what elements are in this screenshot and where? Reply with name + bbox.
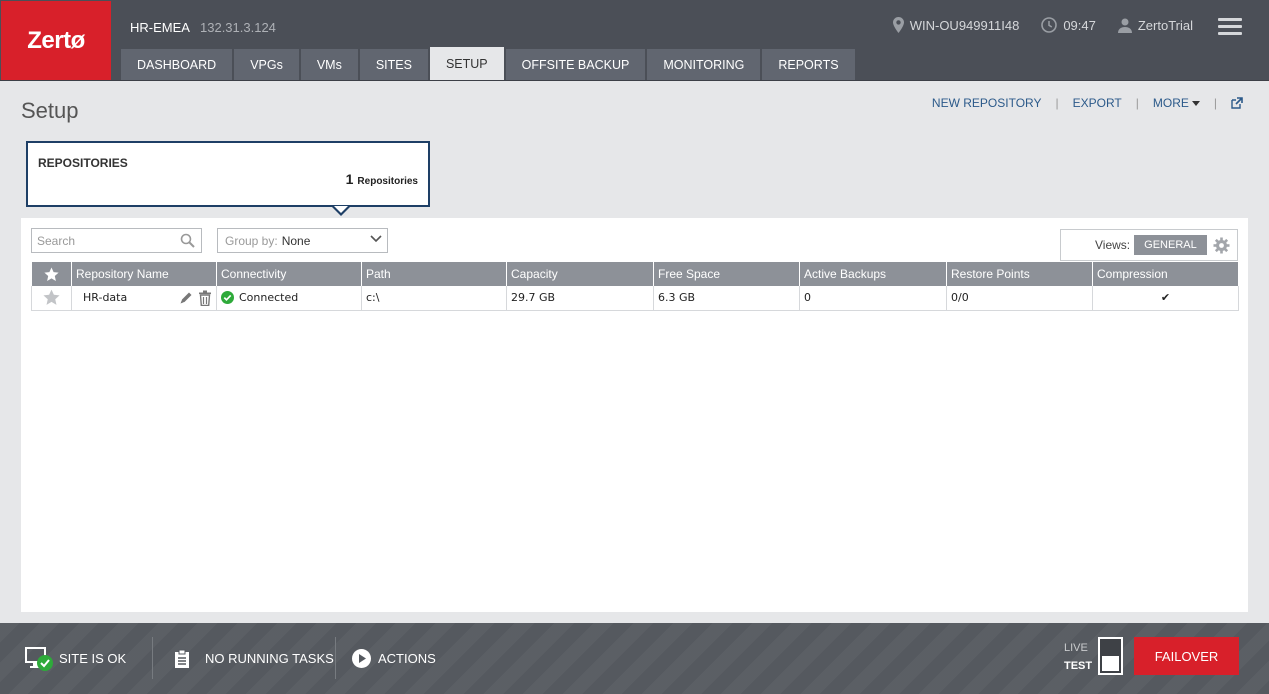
views-selector: Views: GENERAL: [1060, 229, 1238, 261]
column-header-free-space[interactable]: Free Space: [653, 262, 800, 286]
table-row[interactable]: HR-data Connected c:\ 29.7 GB 6.3 GB 0 0…: [31, 286, 1239, 311]
user-name[interactable]: ZertoTrial: [1138, 18, 1193, 33]
tab-reports[interactable]: REPORTS: [762, 49, 855, 80]
column-header-active-backups[interactable]: Active Backups: [799, 262, 947, 286]
divider: |: [1135, 96, 1139, 110]
column-header-path[interactable]: Path: [361, 262, 507, 286]
divider: |: [1055, 96, 1059, 110]
site-ip: 132.31.3.124: [200, 20, 276, 35]
tab-dashboard[interactable]: DASHBOARD: [121, 49, 233, 80]
live-test-toggle[interactable]: [1098, 637, 1123, 675]
tab-offsite-backup[interactable]: OFFSITE BACKUP: [505, 49, 646, 80]
search-input[interactable]: [32, 229, 172, 252]
connectivity-status: Connected: [239, 291, 299, 305]
tab-monitoring[interactable]: MONITORING: [647, 49, 761, 80]
divider: |: [1213, 96, 1217, 110]
clock-icon: [1041, 17, 1058, 33]
search-box: [31, 228, 202, 253]
chevron-down-icon: [370, 235, 382, 243]
caret-down-icon: [1191, 100, 1200, 106]
top-bar: Zertø HR-EMEA 132.31.3.124 WIN-OU949911I…: [0, 0, 1269, 81]
card-title: REPOSITORIES: [38, 156, 128, 170]
favorite-cell[interactable]: [31, 286, 72, 311]
trash-icon[interactable]: [198, 290, 212, 306]
edit-pencil-icon[interactable]: [179, 291, 193, 305]
repository-name-cell: HR-data: [71, 286, 217, 311]
card-count: 1 Repositories: [346, 171, 418, 187]
path-cell: c:\: [361, 286, 507, 311]
group-by-label: Group by:: [225, 233, 278, 248]
connectivity-cell: Connected: [216, 286, 362, 311]
star-icon[interactable]: [43, 289, 60, 306]
active-backups-cell: 0: [799, 286, 947, 311]
main-tabs: DASHBOARD VPGs VMs SITES SETUP OFFSITE B…: [121, 47, 857, 80]
play-circle-icon: [352, 649, 371, 668]
group-by-select[interactable]: Group by: None: [217, 228, 388, 253]
site-name: HR-EMEA: [130, 20, 190, 35]
column-header-connectivity[interactable]: Connectivity: [216, 262, 362, 286]
free-space-cell: 6.3 GB: [653, 286, 800, 311]
actions-button[interactable]: ACTIONS: [352, 623, 436, 694]
more-menu[interactable]: MORE: [1153, 96, 1200, 110]
running-tasks-label: NO RUNNING TASKS: [205, 651, 334, 666]
tab-setup[interactable]: SETUP: [429, 47, 504, 80]
page-title: Setup: [21, 98, 79, 123]
external-link-icon[interactable]: [1231, 97, 1243, 109]
divider: [152, 637, 153, 679]
clipboard-icon: [175, 649, 189, 668]
divider: [335, 637, 336, 679]
host-name: WIN-OU949911I48: [909, 17, 1020, 33]
test-label: TEST: [1064, 660, 1093, 672]
connected-check-icon: [221, 291, 234, 305]
page-actions: NEW REPOSITORY | EXPORT | MORE |: [932, 96, 1243, 110]
repositories-summary-card[interactable]: REPOSITORIES 1 Repositories: [26, 141, 430, 207]
toggle-knob: [1102, 656, 1119, 671]
actions-label: ACTIONS: [378, 651, 436, 666]
failover-button[interactable]: FAILOVER: [1134, 637, 1239, 675]
live-test-labels: LIVE TEST: [1064, 640, 1092, 674]
column-header-compression[interactable]: Compression: [1092, 262, 1239, 286]
monitor-ok-icon: [25, 646, 53, 671]
site-status[interactable]: SITE IS OK: [25, 623, 126, 694]
running-tasks[interactable]: NO RUNNING TASKS: [174, 623, 334, 694]
star-icon: [44, 267, 59, 281]
general-view-button[interactable]: GENERAL: [1134, 235, 1207, 255]
tab-vpgs[interactable]: VPGs: [234, 49, 299, 80]
tab-vms[interactable]: VMs: [300, 49, 358, 80]
views-label: Views:: [1095, 238, 1131, 252]
repositories-panel: Group by: None Views: GENERAL: [21, 218, 1248, 612]
user-icon: [1117, 18, 1132, 33]
table-header-row: Repository Name Connectivity Path Capaci…: [31, 262, 1239, 286]
more-label: MORE: [1152, 96, 1189, 110]
repository-count: 1: [345, 171, 354, 187]
location-pin-icon: [892, 17, 904, 33]
capacity-cell: 29.7 GB: [506, 286, 654, 311]
repositories-table: Repository Name Connectivity Path Capaci…: [31, 262, 1239, 311]
hamburger-menu-icon[interactable]: [1218, 18, 1242, 35]
export-link[interactable]: EXPORT: [1073, 96, 1122, 110]
column-header-repository-name[interactable]: Repository Name: [71, 262, 217, 286]
search-icon[interactable]: [180, 233, 195, 248]
column-header-capacity[interactable]: Capacity: [506, 262, 654, 286]
column-header-restore-points[interactable]: Restore Points: [946, 262, 1093, 286]
group-by-value: None: [281, 233, 311, 248]
repository-name[interactable]: HR-data: [83, 291, 127, 304]
favorite-column-header[interactable]: [31, 262, 72, 286]
new-repository-link[interactable]: NEW REPOSITORY: [932, 96, 1042, 110]
compression-cell: ✔: [1092, 286, 1239, 311]
gear-icon[interactable]: [1213, 237, 1230, 254]
site-status-label: SITE IS OK: [59, 651, 127, 666]
live-label: LIVE: [1064, 642, 1088, 654]
card-pointer-inner: [334, 206, 348, 213]
repository-count-label: Repositories: [357, 176, 418, 187]
clock-time: 09:47: [1063, 17, 1096, 33]
top-right-info: WIN-OU949911I48 09:47 ZertoTrial: [892, 17, 1193, 33]
zerto-logo[interactable]: Zertø: [1, 1, 111, 80]
tab-sites[interactable]: SITES: [359, 49, 428, 80]
status-bar: SITE IS OK NO RUNNING TASKS ACTIONS LIVE…: [0, 623, 1269, 694]
restore-points-cell: 0/0: [946, 286, 1093, 311]
